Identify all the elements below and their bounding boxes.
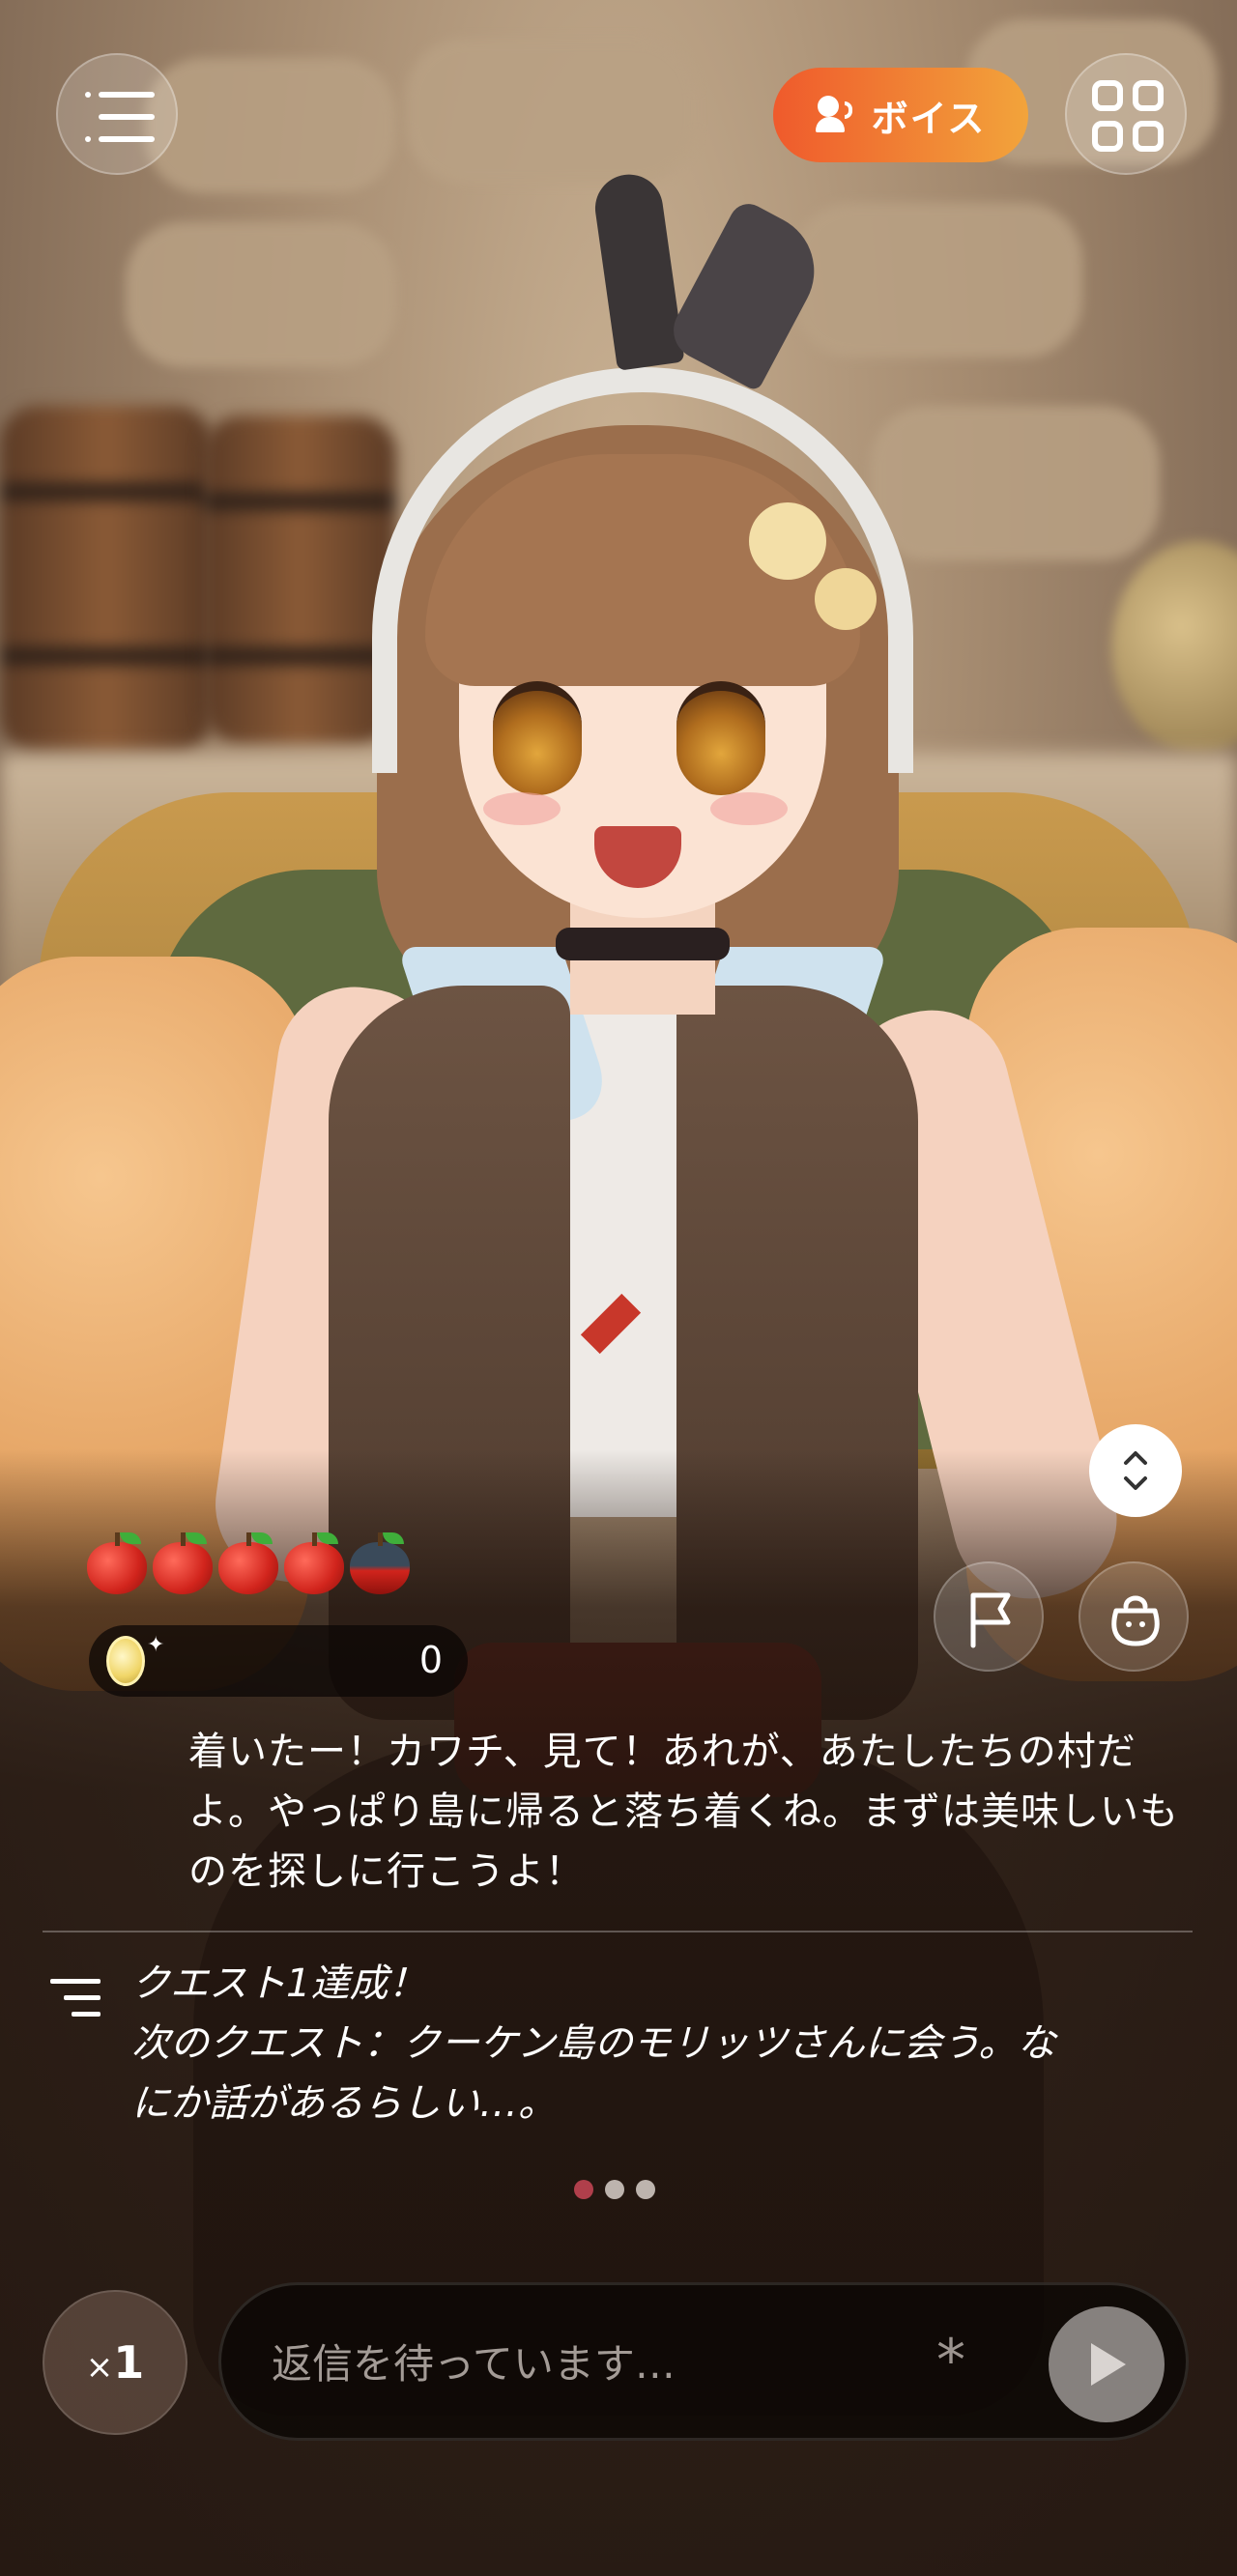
- apple-icon: [218, 1532, 278, 1594]
- voice-icon: [815, 96, 854, 134]
- voice-button[interactable]: ボイス: [773, 68, 1028, 162]
- grid-icon: [1092, 80, 1164, 152]
- reply-bar: *: [218, 2282, 1189, 2441]
- quest-notice: クエスト1達成！ 次のクエスト：クーケン島のモリッツさんに会う。な にか話がある…: [131, 1954, 1194, 2133]
- page-dot[interactable]: [636, 2180, 655, 2199]
- apple-icon: [87, 1532, 147, 1594]
- speed-multiplier-sign: ×: [85, 2348, 114, 2387]
- play-icon: [1091, 2343, 1126, 2386]
- quest-line: クエスト1達成！: [131, 1961, 427, 2006]
- bag-icon: [1111, 1595, 1160, 1646]
- chevron-updown-icon: [1124, 1451, 1147, 1490]
- flag-button[interactable]: [934, 1561, 1044, 1672]
- chat-screen: ボイス ✦ 0 着いたー！カワチ、見て！あれが、あたしたちの村だよ。やっぱり島に…: [0, 0, 1237, 2576]
- expand-toggle-button[interactable]: [1089, 1424, 1182, 1517]
- menu-button[interactable]: [56, 53, 178, 175]
- sparkle-icon: ✦: [147, 1633, 165, 1657]
- coin-icon: [106, 1636, 145, 1686]
- page-dot[interactable]: [605, 2180, 624, 2199]
- speed-value: 1: [113, 2336, 145, 2389]
- send-button[interactable]: [1049, 2306, 1165, 2422]
- list-icon: [50, 1979, 101, 2018]
- flag-icon: [970, 1592, 1011, 1648]
- dialogue-text: 着いたー！カワチ、見て！あれが、あたしたちの村だよ。やっぱり島に帰ると落ち着くね…: [188, 1730, 1179, 1894]
- page-indicator: [574, 2180, 655, 2199]
- speed-toggle-button[interactable]: × 1: [43, 2290, 187, 2435]
- stamina-apples: [87, 1532, 410, 1594]
- coin-counter: ✦ 0: [89, 1625, 468, 1697]
- grid-menu-button[interactable]: [1065, 53, 1187, 175]
- apple-icon: [284, 1532, 344, 1594]
- apple-icon: [350, 1532, 410, 1594]
- divider: [43, 1931, 1193, 1932]
- quest-line: にか話があるらしい…。: [131, 2081, 557, 2126]
- quest-line: 次のクエスト：クーケン島のモリッツさんに会う。な: [131, 2021, 1056, 2066]
- reply-input[interactable]: [270, 2324, 950, 2403]
- menu-icon: [85, 92, 155, 142]
- page-dot[interactable]: [574, 2180, 593, 2199]
- bag-button[interactable]: [1079, 1561, 1189, 1672]
- voice-label: ボイス: [871, 97, 987, 140]
- apple-icon: [153, 1532, 213, 1594]
- coin-count: 0: [418, 1639, 443, 1681]
- asterisk-icon[interactable]: *: [936, 2332, 965, 2390]
